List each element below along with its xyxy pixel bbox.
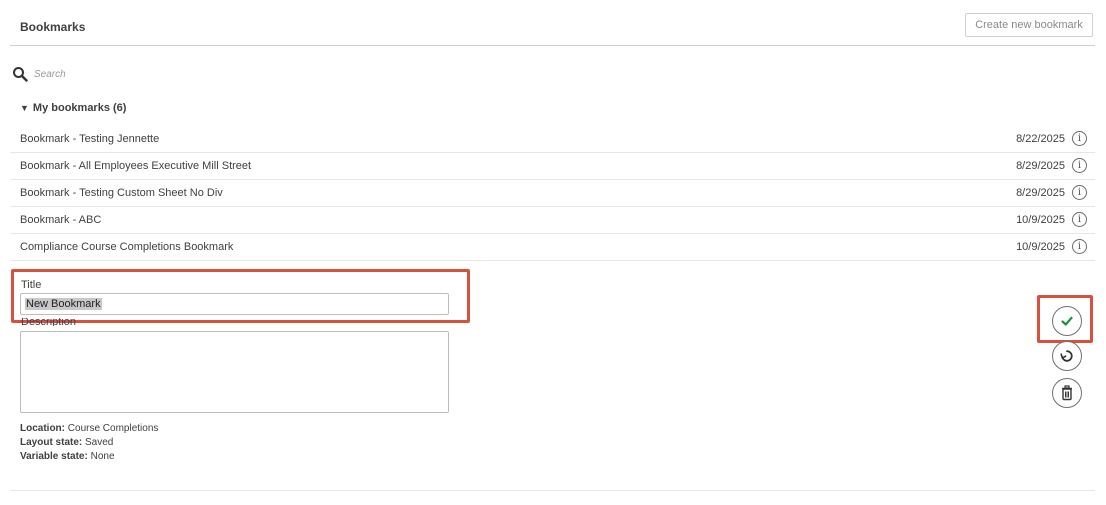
bookmark-name: Bookmark - Testing Custom Sheet No Div xyxy=(20,187,223,199)
panel-title: Bookmarks xyxy=(20,20,86,34)
bookmarks-panel: Bookmarks Create new bookmark ▼My bookma… xyxy=(0,0,1106,505)
info-icon[interactable]: i xyxy=(1072,185,1087,200)
bookmark-name: Bookmark - All Employees Executive Mill … xyxy=(20,160,252,172)
bookmark-row[interactable]: Bookmark - Testing Custom Sheet No Div 8… xyxy=(10,180,1095,207)
bookmark-row[interactable]: Bookmark - All Employees Executive Mill … xyxy=(10,153,1095,180)
revert-button[interactable] xyxy=(1052,341,1082,371)
delete-button[interactable] xyxy=(1052,378,1082,408)
check-icon xyxy=(1061,316,1073,326)
variable-state-value: None xyxy=(90,451,115,462)
layout-state-value: Saved xyxy=(85,437,114,448)
bookmark-date: 8/22/2025 xyxy=(1016,133,1065,145)
bookmark-row[interactable]: Compliance Course Completions Bookmark 1… xyxy=(10,234,1095,261)
info-icon[interactable]: i xyxy=(1072,158,1087,173)
location-label: Location: xyxy=(20,423,65,434)
info-icon[interactable]: i xyxy=(1072,239,1087,254)
info-icon[interactable]: i xyxy=(1072,131,1087,146)
bookmark-list: Bookmark - Testing Jennette 8/22/2025 i … xyxy=(10,126,1095,261)
bookmark-date: 10/9/2025 xyxy=(1016,214,1065,226)
my-bookmarks-group-toggle[interactable]: ▼ My bookmarks (6) xyxy=(20,102,126,114)
bookmark-date: 10/9/2025 xyxy=(1016,241,1065,253)
panel-header: Bookmarks Create new bookmark xyxy=(10,8,1095,46)
revert-icon xyxy=(1060,350,1073,362)
title-label: Title xyxy=(21,279,42,291)
bookmark-date: 8/29/2025 xyxy=(1016,187,1065,199)
variable-state-label: Variable state: xyxy=(20,451,88,462)
description-label: Description xyxy=(21,318,77,326)
location-info: Location: Course Completions xyxy=(20,423,158,434)
bookmark-name: Compliance Course Completions Bookmark xyxy=(20,241,234,253)
bottom-divider xyxy=(10,490,1095,491)
title-input[interactable]: New Bookmark xyxy=(20,293,449,315)
info-icon[interactable]: i xyxy=(1072,212,1087,227)
bookmark-date: 8/29/2025 xyxy=(1016,160,1065,172)
location-value: Course Completions xyxy=(67,423,159,434)
layout-state-info: Layout state: Saved xyxy=(20,437,113,448)
search-input[interactable] xyxy=(34,66,334,82)
group-label: My bookmarks (6) xyxy=(32,102,127,114)
confirm-button[interactable] xyxy=(1052,306,1082,336)
bookmark-row[interactable]: Bookmark - ABC 10/9/2025 i xyxy=(10,207,1095,234)
layout-state-label: Layout state: xyxy=(20,437,83,448)
bookmark-name: Bookmark - ABC xyxy=(20,214,102,226)
trash-icon xyxy=(1062,385,1072,401)
caret-down-icon: ▼ xyxy=(20,103,29,113)
bookmark-name: Bookmark - Testing Jennette xyxy=(20,133,160,145)
title-input-selected-text: New Bookmark xyxy=(25,298,102,310)
description-input[interactable] xyxy=(20,331,449,413)
bookmark-row[interactable]: Bookmark - Testing Jennette 8/22/2025 i xyxy=(10,126,1095,153)
create-new-bookmark-button[interactable]: Create new bookmark xyxy=(965,13,1093,37)
search-bar xyxy=(12,66,412,84)
search-icon xyxy=(13,67,28,82)
variable-state-info: Variable state: None xyxy=(20,451,115,462)
